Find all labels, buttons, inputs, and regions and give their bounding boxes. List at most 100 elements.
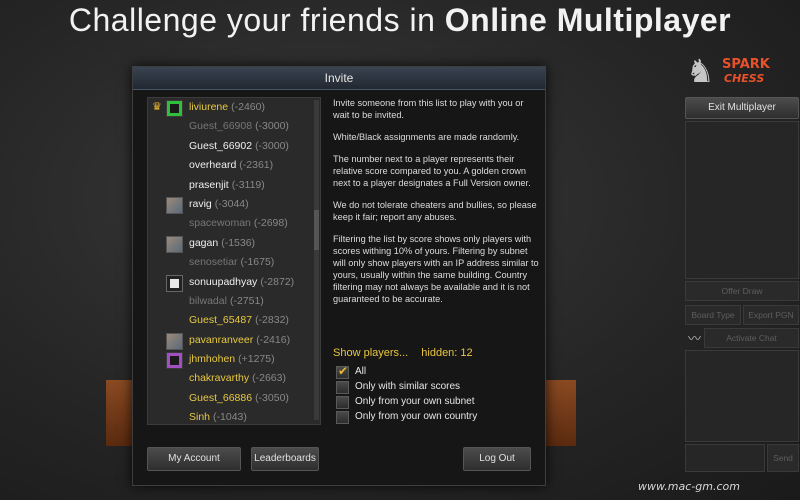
filter-own-country[interactable]: Only from your own country [336,410,477,425]
headline-part1: Challenge your friends in [68,2,445,38]
player-name: Sinh [189,411,211,424]
filter-checkbox[interactable] [336,381,349,394]
hidden-count: hidden: 12 [421,347,473,359]
player-name: sonuupadhyay [189,275,258,288]
export-pgn-button[interactable]: Export PGN [743,305,799,325]
crown-icon: ♛ [152,101,162,113]
page-headline: Challenge your friends in Online Multipl… [0,2,800,39]
player-row[interactable]: chakravarthy (-2663) [148,369,320,388]
player-score: (+1275) [238,353,275,366]
player-score: (-2416) [256,333,291,346]
player-avatar [166,100,183,117]
send-button[interactable]: Send [767,444,799,472]
player-name: Guest_65487 [189,314,253,327]
info-paragraph: We do not tolerate cheaters and bullies,… [333,200,537,222]
player-score: (-3000) [255,139,289,152]
player-row[interactable]: ravig (-3044) [148,195,320,214]
player-name: pavanranveer [189,333,254,346]
player-label: Guest_66902 (-3000) [189,137,289,156]
chat-input[interactable] [685,444,765,472]
player-avatar [166,332,183,350]
player-row[interactable]: sonuupadhyay (-2872) [148,273,320,292]
player-label: sonuupadhyay (-2872) [189,273,294,292]
player-row[interactable]: bilwadal (-2751) [148,292,320,311]
player-row[interactable]: jhmhohen (+1275) [148,350,320,370]
player-list-scrollbar[interactable] [314,100,319,420]
player-name: overheard [189,159,237,172]
move-list-panel [685,121,799,279]
my-account-button[interactable]: My Account [147,447,241,471]
info-paragraph: Filtering the list by score shows only p… [333,234,539,304]
player-row[interactable]: overheard (-2361) [148,156,320,175]
player-label: Guest_66908 (-3000) [189,117,289,136]
filter-checkbox[interactable] [336,396,349,409]
logo-text-chess: CHESS [724,72,765,85]
activity-icon: 〰 [688,331,702,346]
player-label: liviurene (-2460) [189,98,265,117]
filter-label: Only with similar scores [355,381,461,392]
player-row[interactable]: prasenjit (-3119) [148,176,320,195]
player-score: (-2698) [253,217,288,230]
player-row[interactable]: Guest_66908 (-3000) [148,117,320,136]
board-type-button[interactable]: Board Type [685,305,741,325]
player-score: (-1536) [221,236,256,249]
player-label: jhmhohen (+1275) [189,350,275,369]
player-name: spacewoman [189,217,251,230]
player-label: ravig (-3044) [189,195,249,214]
player-label: spacewoman (-2698) [189,214,288,233]
player-name: Guest_66886 [189,391,253,404]
player-label: Guest_66886 (-3050) [189,389,289,408]
player-row[interactable]: spacewoman (-2698) [148,214,320,233]
player-label: bilwadal (-2751) [189,292,264,311]
spark-chess-logo: ♞ SPARK CHESS [684,54,798,90]
player-name: jhmhohen [189,353,236,366]
filter-label: Only from your own subnet [355,396,475,407]
player-row[interactable]: Sinh (-1043) [148,408,320,424]
info-paragraph: The number next to a player represents t… [333,154,531,188]
right-panel: ♞ SPARK CHESS Exit Multiplayer Offer Dra… [684,0,800,500]
player-row[interactable]: pavanranveer (-2416) [148,331,320,350]
info-paragraph: White/Black assignments are made randoml… [333,132,520,142]
filter-own-subnet[interactable]: Only from your own subnet [336,395,477,410]
player-score: (-3000) [255,120,289,133]
player-name: liviurene [189,101,229,113]
player-row[interactable]: Guest_66902 (-3000) [148,137,320,156]
player-score: (-3044) [214,197,249,210]
invite-info-text: Invite someone from this list to play wi… [333,97,539,315]
player-avatar [166,235,183,253]
player-label: Guest_65487 (-2832) [189,311,289,330]
player-name: prasenjit [189,178,229,191]
log-out-button[interactable]: Log Out [463,447,531,471]
activate-chat-button[interactable]: Activate Chat [704,328,799,348]
player-name: ravig [189,197,212,210]
player-score: (-2663) [252,372,286,385]
filter-checkbox[interactable]: ✔ [336,364,349,379]
player-label: gagan (-1536) [189,234,255,253]
player-row[interactable]: ♛ liviurene (-2460) [148,98,320,117]
player-score: (-2751) [229,294,264,307]
player-list[interactable]: ♛ liviurene (-2460) Guest_66908 (-3000) Guest… [147,97,321,425]
player-row[interactable]: gagan (-1536) [148,234,320,253]
filter-options: ✔ All Only with similar scores Only from… [336,364,477,425]
scrollbar-thumb[interactable] [314,210,319,250]
player-name: Guest_66908 [189,120,253,133]
invite-dialog: Invite ♛ liviurene (-2460) Guest_66908 (-300… [132,66,546,486]
player-label: overheard (-2361) [189,156,273,175]
offer-draw-button[interactable]: Offer Draw [685,281,799,301]
filter-all[interactable]: ✔ All [336,364,477,380]
player-row[interactable]: Guest_65487 (-2832) [148,311,320,330]
filter-label: Only from your own country [355,411,478,422]
chat-panel [685,350,799,442]
knight-icon: ♞ [686,53,715,89]
player-score: (-2872) [260,275,295,288]
player-score: (-2832) [255,314,289,327]
filter-similar-scores[interactable]: Only with similar scores [336,380,477,395]
player-name: Guest_66902 [189,139,253,152]
exit-multiplayer-button[interactable]: Exit Multiplayer [685,97,799,119]
filter-checkbox[interactable] [336,411,349,424]
player-label: pavanranveer (-2416) [189,331,290,350]
player-row[interactable]: senosetiar (-1675) [148,253,320,272]
player-row[interactable]: Guest_66886 (-3050) [148,389,320,408]
leaderboards-button[interactable]: Leaderboards [251,447,319,471]
show-players-label: Show players... [333,347,409,359]
